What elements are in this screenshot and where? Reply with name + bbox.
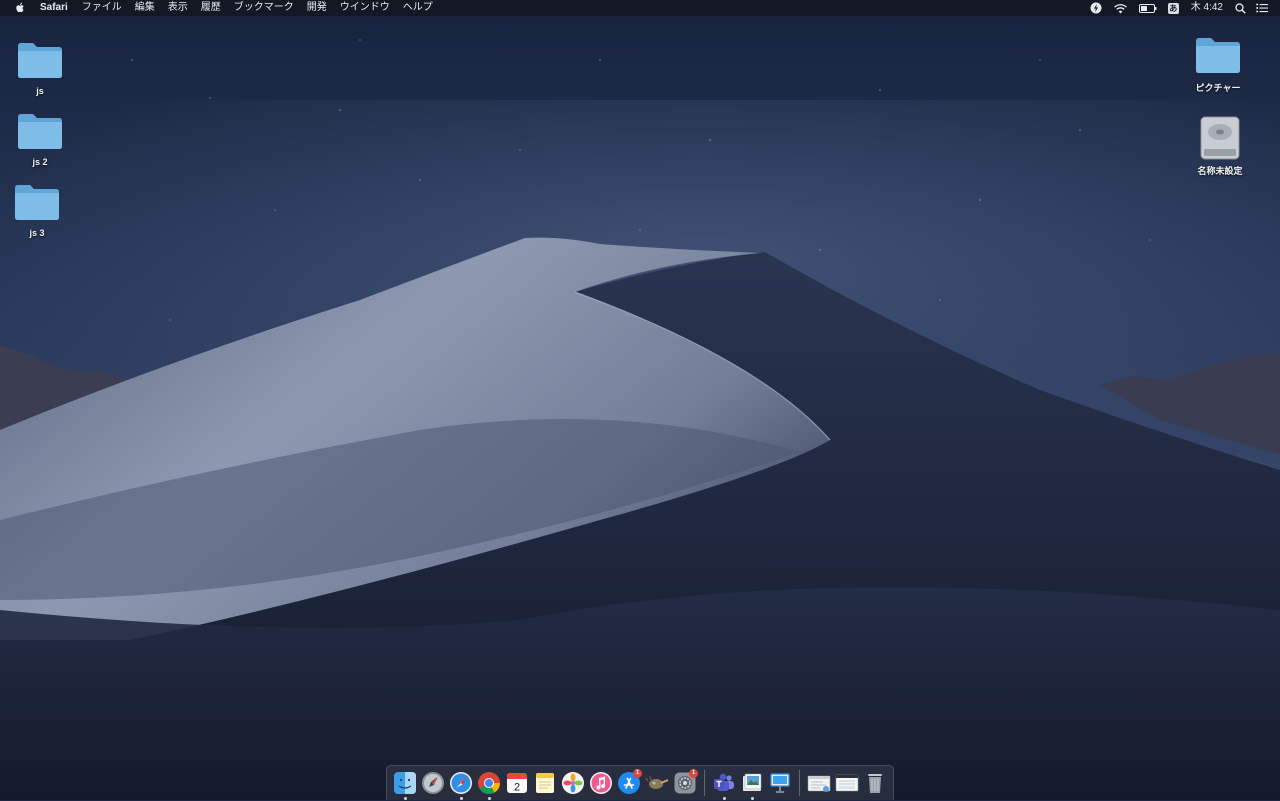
itunes-icon xyxy=(590,772,612,794)
menu-window[interactable]: ウインドウ xyxy=(340,0,390,16)
chrome-icon xyxy=(478,772,500,794)
desktop-folder-js-3[interactable]: js 3 xyxy=(2,180,72,238)
desktop-icon-label: ピクチャー xyxy=(1195,83,1241,93)
input-method-label: あ xyxy=(1167,2,1179,14)
folder-icon xyxy=(12,180,62,224)
menu-bar-right: あ 木 4:42 xyxy=(1079,0,1280,16)
dock-item-trash[interactable] xyxy=(861,766,889,801)
desktop-icon-label: js 2 xyxy=(32,157,48,167)
dock-separator xyxy=(799,770,800,796)
dock-item-photos[interactable] xyxy=(559,766,587,801)
desktop-wallpaper xyxy=(0,0,1280,800)
notes-icon xyxy=(536,773,554,793)
window-thumbnail-icon xyxy=(835,774,859,792)
app-menu-safari[interactable]: Safari xyxy=(40,0,68,16)
dock-item-app-store[interactable]: 1 xyxy=(615,766,643,801)
dock-item-system-preferences[interactable]: 1 xyxy=(671,766,699,801)
dock-item-finder[interactable] xyxy=(391,766,419,801)
trash-icon xyxy=(868,774,882,793)
dock-item-gimp[interactable] xyxy=(643,766,671,801)
menu-clock[interactable]: 木 4:42 xyxy=(1191,0,1223,16)
folder-icon xyxy=(15,109,65,153)
menu-bar-left: Safari ファイル 編集 表示 履歴 ブックマーク 開発 ウインドウ ヘルプ xyxy=(0,0,446,16)
desktop-volume-untitled[interactable]: 名称未設定 xyxy=(1185,116,1255,177)
menu-edit[interactable]: 編集 xyxy=(135,0,155,16)
calendar-day: 2 xyxy=(514,782,520,794)
menu-bookmarks[interactable]: ブックマーク xyxy=(234,0,294,16)
running-indicator xyxy=(459,796,463,800)
dock-separator xyxy=(704,770,705,796)
battery-icon[interactable] xyxy=(1138,0,1157,16)
input-method-indicator[interactable]: あ xyxy=(1167,0,1179,16)
lightning-icon[interactable] xyxy=(1090,0,1102,16)
desktop-icon-label: js xyxy=(36,86,44,96)
dock-item-notes[interactable] xyxy=(531,766,559,801)
dock-item-minimized-window-1[interactable] xyxy=(805,766,833,801)
folder-icon xyxy=(15,38,65,82)
desktop-folder-js-2[interactable]: js 2 xyxy=(5,109,75,167)
desktop-folder-pictures[interactable]: ピクチャー xyxy=(1183,33,1253,94)
menu-file[interactable]: ファイル xyxy=(82,0,122,16)
menu-bar: Safari ファイル 編集 表示 履歴 ブックマーク 開発 ウインドウ ヘルプ… xyxy=(0,0,1280,16)
safari-icon xyxy=(450,772,472,794)
notification-badge: 1 xyxy=(689,768,698,778)
menu-history[interactable]: 履歴 xyxy=(201,0,221,16)
preview-icon xyxy=(743,773,762,791)
dock-item-keynote[interactable] xyxy=(766,766,794,801)
dock-item-minimized-window-2[interactable] xyxy=(833,766,861,801)
launchpad-icon xyxy=(422,772,444,794)
dock-item-preview[interactable] xyxy=(738,766,766,801)
dock-item-calendar[interactable]: 2 xyxy=(503,766,531,801)
running-indicator xyxy=(750,796,754,800)
dock-item-launchpad[interactable] xyxy=(419,766,447,801)
dock-item-itunes[interactable] xyxy=(587,766,615,801)
keynote-icon xyxy=(770,773,790,793)
running-indicator xyxy=(403,796,407,800)
folder-icon xyxy=(1193,33,1243,77)
finder-icon xyxy=(394,772,416,794)
desktop-icon-label: 名称未設定 xyxy=(1197,166,1243,176)
list-icon[interactable] xyxy=(1256,0,1268,16)
running-indicator xyxy=(722,796,726,800)
menu-develop[interactable]: 開発 xyxy=(307,0,327,16)
running-indicator xyxy=(487,796,491,800)
hard-drive-icon xyxy=(1195,116,1245,160)
notification-badge: 1 xyxy=(633,768,642,778)
apple-icon[interactable] xyxy=(14,0,26,16)
calendar-icon: 2 xyxy=(507,773,527,794)
dock-item-safari[interactable] xyxy=(447,766,475,801)
dock: 2 1 1 xyxy=(386,765,894,800)
desktop-icon-label: js 3 xyxy=(29,228,45,238)
dock-item-chrome[interactable] xyxy=(475,766,503,801)
wifi-icon[interactable] xyxy=(1113,0,1128,16)
window-thumbnail-icon xyxy=(807,775,831,792)
desktop-folder-js[interactable]: js xyxy=(5,38,75,96)
menu-view[interactable]: 表示 xyxy=(168,0,188,16)
menu-help[interactable]: ヘルプ xyxy=(403,0,433,16)
teams-icon xyxy=(714,773,734,791)
search-icon[interactable] xyxy=(1235,0,1246,16)
gimp-icon xyxy=(645,775,669,789)
dock-item-teams[interactable] xyxy=(710,766,738,801)
photos-icon xyxy=(562,772,584,794)
